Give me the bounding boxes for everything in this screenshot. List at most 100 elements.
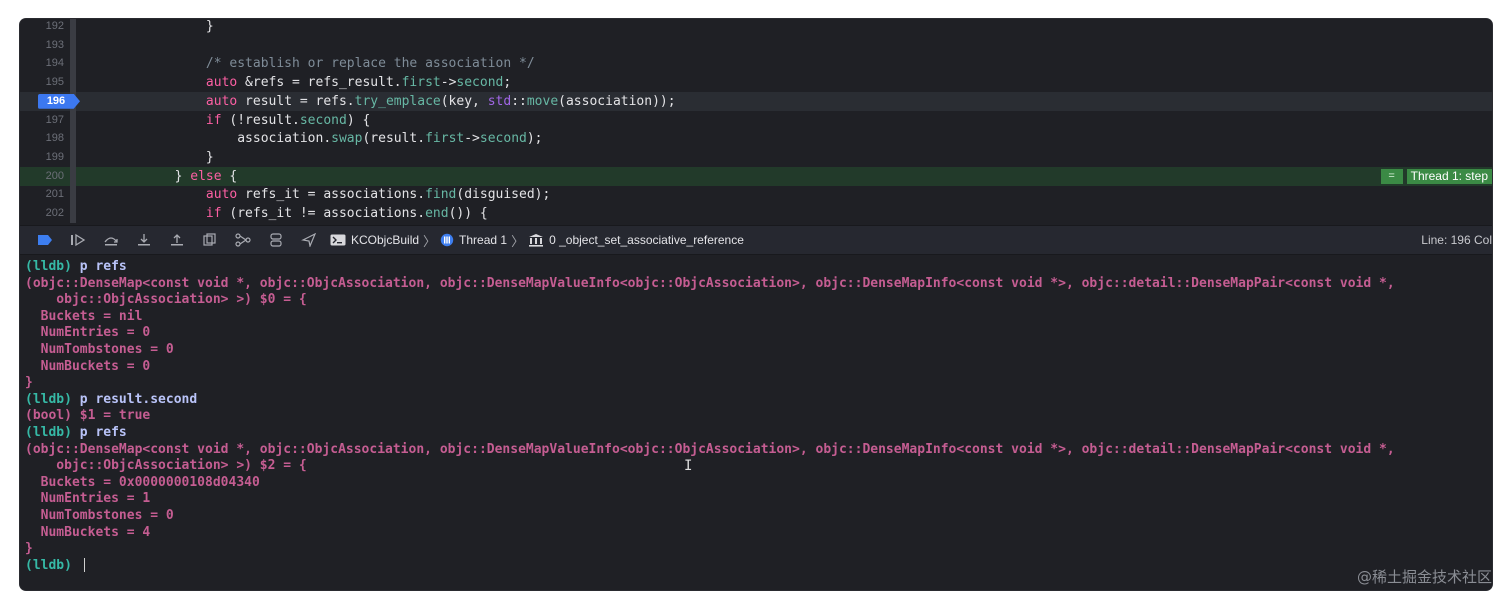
code-text: auto result = refs.try_emplace(key, std:… <box>112 92 676 111</box>
code-token: refs_it = associations. <box>237 187 426 203</box>
code-line[interactable]: 200 } else { = Thread 1: step <box>20 166 1492 186</box>
breadcrumb-thread[interactable]: Thread 1 <box>440 233 507 247</box>
environment-overrides-icon[interactable] <box>265 230 287 250</box>
cursor-position: Line: 196 Col <box>1421 233 1492 247</box>
code-token: if <box>112 112 222 128</box>
continue-icon[interactable] <box>67 230 89 250</box>
console-output-text: objc::ObjcAssociation> >) $2 = { <box>25 458 307 474</box>
chevron-right-icon: 〉 <box>511 233 525 249</box>
console-output-line: objc::ObjcAssociation> >) $0 = { <box>25 292 1492 309</box>
console-output-line: NumTombstones = 0 <box>25 342 1492 359</box>
code-token: ; <box>503 75 512 91</box>
code-line[interactable]: 197 if (!result.second) { <box>20 110 1492 130</box>
code-text: /* establish or replace the association … <box>112 54 535 73</box>
code-line[interactable]: 194 /* establish or replace the associat… <box>20 54 1492 74</box>
text-cursor[interactable] <box>83 558 85 573</box>
console-output-line: (objc::DenseMap<const void *, objc::Objc… <box>25 276 1492 293</box>
console-command-line: (lldb) <box>25 558 1492 575</box>
code-text: } else { <box>112 167 238 186</box>
code-token: second <box>299 112 347 128</box>
line-number[interactable]: 202 <box>20 204 70 223</box>
lldb-command: p refs <box>71 259 127 274</box>
line-number[interactable]: 199 <box>20 148 70 167</box>
console-output-text: (objc::DenseMap<const void *, objc::Objc… <box>25 275 1395 291</box>
breadcrumb-frame-label: 0 _object_set_associative_reference <box>549 233 744 247</box>
code-line[interactable]: 196 auto result = refs.try_emplace(key, … <box>20 91 1492 111</box>
code-token: :: <box>511 93 527 109</box>
console-output-text: NumBuckets = 0 <box>25 358 151 374</box>
lldb-prompt: (lldb) <box>25 424 72 440</box>
code-line[interactable]: 201 auto refs_it = associations.find(dis… <box>20 185 1492 205</box>
line-number[interactable]: 201 <box>20 185 70 204</box>
code-text: } <box>112 19 214 36</box>
gutter-divider <box>70 54 76 74</box>
lldb-prompt: (lldb) <box>25 557 72 573</box>
code-line[interactable]: 198 association.swap(result.first->secon… <box>20 129 1492 149</box>
simulate-location-icon[interactable] <box>298 230 320 250</box>
gutter-divider <box>70 185 76 205</box>
line-number[interactable]: 193 <box>20 36 70 55</box>
code-token: move <box>526 93 559 109</box>
memory-graph-icon[interactable] <box>232 230 254 250</box>
line-number[interactable]: 194 <box>20 54 70 73</box>
xcode-window: 192 } 193 194 /* establish or replace the … <box>20 19 1492 590</box>
code-text: association.swap(result.first->second); <box>112 129 542 148</box>
code-token: (refs_it != associations. <box>221 206 426 221</box>
code-text: if (!result.second) { <box>112 111 370 130</box>
chevron-right-icon: 〉 <box>423 233 437 249</box>
lldb-command <box>72 558 80 573</box>
breakpoints-toggle-icon[interactable] <box>34 230 56 250</box>
lldb-prompt: (lldb) <box>25 259 72 274</box>
code-token: if <box>112 206 222 221</box>
console-output-line: (objc::DenseMap<const void *, objc::Objc… <box>25 442 1492 459</box>
mouse-ibeam-cursor-icon: I <box>684 458 693 474</box>
code-token: second <box>479 131 527 147</box>
view-hierarchy-icon[interactable] <box>199 230 221 250</box>
console-output-text: NumBuckets = 4 <box>25 524 151 540</box>
code-token: (disguised); <box>456 187 551 203</box>
code-line[interactable]: 199 } <box>20 147 1492 167</box>
code-line[interactable]: 193 <box>20 35 1492 55</box>
code-token: -> <box>440 75 457 91</box>
terminal-icon <box>330 234 346 246</box>
console-output-line: NumBuckets = 0 <box>25 359 1492 376</box>
console-output-text: NumTombstones = 0 <box>25 341 174 357</box>
code-line[interactable]: 195 auto &refs = refs_result.first->seco… <box>20 73 1492 93</box>
breadcrumb-thread-label: Thread 1 <box>459 233 508 247</box>
console-output-line: (bool) $1 = true <box>25 408 1492 425</box>
line-number[interactable]: 192 <box>20 19 70 36</box>
console-command-line: (lldb) p refs <box>25 425 1492 442</box>
line-number[interactable]: 198 <box>20 129 70 148</box>
code-token: -> <box>464 131 480 147</box>
breakpoint-marker-icon[interactable]: 196 <box>38 93 80 109</box>
code-line[interactable]: 192 } <box>20 19 1492 36</box>
gutter-divider <box>70 73 76 93</box>
console-output-line: } <box>25 375 1492 392</box>
step-out-icon[interactable] <box>166 230 188 250</box>
breadcrumb-target[interactable]: KCObjcBuild <box>330 233 419 247</box>
thread-step-indicator[interactable]: = Thread 1: step <box>1380 168 1492 184</box>
code-line[interactable]: 202 if (refs_it != associations.end()) { <box>20 204 1492 223</box>
console-output-text: objc::ObjcAssociation> >) $0 = { <box>25 292 307 308</box>
line-number[interactable]: 197 <box>20 111 70 130</box>
console-output-text: Buckets = 0x0000000108d04340 <box>25 474 260 490</box>
stack-frame-icon <box>528 233 544 247</box>
source-editor[interactable]: 192 } 193 194 /* establish or replace the … <box>20 19 1492 225</box>
console-output-text: NumEntries = 1 <box>25 491 151 507</box>
line-number[interactable]: 200 <box>20 167 70 186</box>
console-output-text: NumEntries = 0 <box>25 325 151 341</box>
lldb-console[interactable]: (lldb) p refs (objc::DenseMap<const void … <box>20 255 1492 590</box>
line-number[interactable]: 195 <box>20 73 70 92</box>
console-output-text: NumTombstones = 0 <box>25 507 174 523</box>
console-output-line: NumEntries = 1 <box>25 491 1492 508</box>
step-over-icon[interactable] <box>100 230 122 250</box>
console-output-text: (objc::DenseMap<const void *, objc::Objc… <box>25 441 1395 457</box>
code-token: (key, <box>440 93 488 109</box>
instruction-pointer-icon[interactable]: = <box>1380 168 1403 184</box>
code-token: end <box>425 206 449 221</box>
step-into-icon[interactable] <box>133 230 155 250</box>
breadcrumb-frame[interactable]: 0 _object_set_associative_reference <box>528 233 744 247</box>
console-output-line: objc::ObjcAssociation> >) $2 = { <box>25 458 1492 475</box>
code-token: (association)); <box>558 93 676 109</box>
code-token: first <box>401 75 441 91</box>
